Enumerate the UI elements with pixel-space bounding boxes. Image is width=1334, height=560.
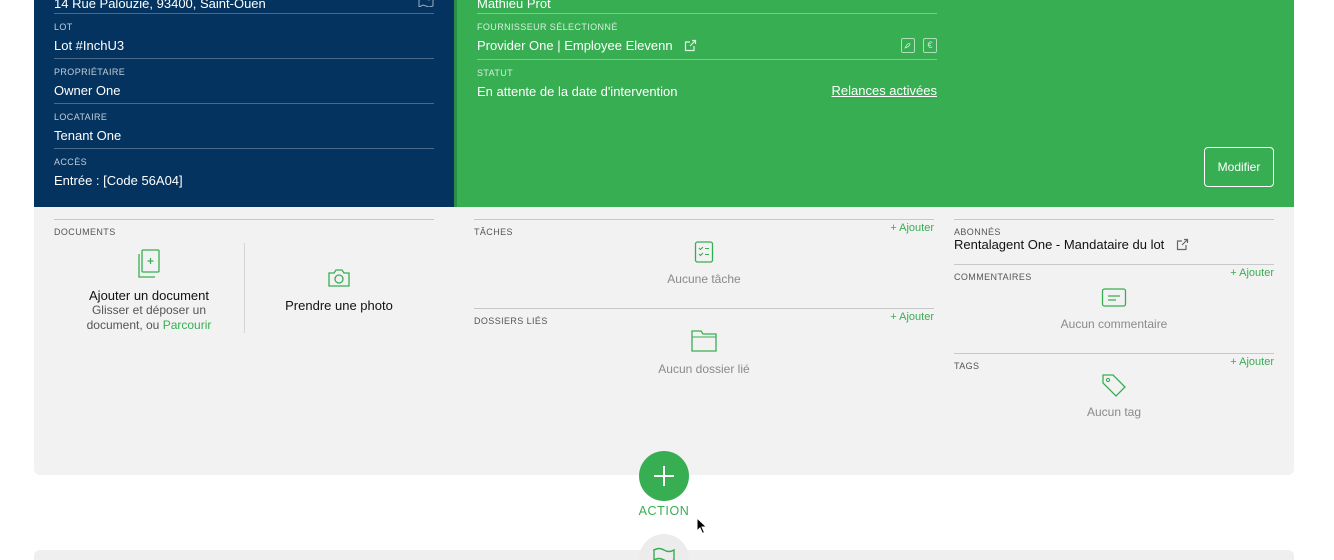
- plus-icon: [654, 466, 674, 486]
- provider-field: FOURNISSEUR SÉLECTIONNÉ Provider One | E…: [477, 13, 937, 55]
- upload-hint: Glisser et déposer un document, ou Parco…: [86, 303, 212, 332]
- status-label: STATUT: [477, 68, 514, 78]
- tasks-header: TÂCHES + Ajouter: [474, 219, 934, 237]
- provider-value[interactable]: Provider One | Employee Elevenn: [477, 38, 673, 53]
- subscribers-header: ABONNÉS: [954, 219, 1274, 237]
- lot-label: LOT: [54, 22, 73, 32]
- provider-label: FOURNISSEUR SÉLECTIONNÉ: [477, 22, 618, 32]
- add-tag-button[interactable]: + Ajouter: [1230, 356, 1274, 368]
- divider: [244, 243, 245, 333]
- tasks-empty: Aucune tâche: [624, 240, 784, 286]
- details-panel: DOCUMENTS Ajouter un document Glisser et…: [34, 207, 1294, 475]
- next-fab[interactable]: [639, 534, 689, 560]
- tasks-empty-text: Aucune tâche: [667, 272, 741, 286]
- linked-header: DOSSIERS LIÉS + Ajouter: [474, 308, 934, 326]
- divider: [477, 59, 937, 60]
- owner-label: PROPRIÉTAIRE: [54, 67, 126, 77]
- tags-header: TAGS + Ajouter: [954, 353, 1274, 371]
- external-link-icon[interactable]: [1176, 238, 1189, 254]
- status-field: STATUT En attente de la date d'intervent…: [477, 59, 938, 99]
- linked-empty-text: Aucun dossier lié: [658, 362, 750, 376]
- tasks-label: TÂCHES: [474, 227, 513, 237]
- property-panel: 14 Rue Palouzié, 93400, Saint-Ouen LOT L…: [34, 0, 454, 207]
- take-photo-button[interactable]: Prendre une photo: [264, 267, 414, 313]
- comment-icon: [1034, 287, 1194, 309]
- tags-empty: Aucun tag: [1034, 373, 1194, 419]
- address-field: 14 Rue Palouzié, 93400, Saint-Ouen: [54, 0, 434, 11]
- manager-field: Mathieu Prot: [477, 0, 937, 11]
- comments-label: COMMENTAIRES: [954, 272, 1032, 282]
- manager-value: Mathieu Prot: [477, 0, 551, 11]
- upload-title: Ajouter un document: [89, 288, 209, 303]
- document-dropzone[interactable]: Ajouter un document Glisser et déposer u…: [74, 249, 224, 333]
- lot-value: Lot #InchU3: [54, 38, 125, 53]
- browse-link[interactable]: Parcourir: [163, 318, 212, 332]
- address-value: 14 Rue Palouzié, 93400, Saint-Ouen: [54, 0, 266, 11]
- reminders-link[interactable]: Relances activées: [832, 83, 938, 98]
- add-comment-button[interactable]: + Ajouter: [1230, 267, 1274, 279]
- subscriber-name: Rentalagent One - Mandataire du lot: [954, 237, 1165, 252]
- access-field: ACCÈS Entrée : [Code 56A04]: [54, 148, 434, 188]
- divider: [54, 148, 434, 149]
- access-value: Entrée : [Code 56A04]: [54, 173, 183, 188]
- divider: [54, 103, 434, 104]
- euro-icon[interactable]: €: [923, 38, 937, 53]
- action-label: ACTION: [638, 504, 690, 518]
- owner-field: PROPRIÉTAIRE Owner One: [54, 58, 434, 98]
- lot-field: LOT Lot #InchU3: [54, 13, 434, 53]
- tenant-field: LOCATAIRE Tenant One: [54, 103, 434, 143]
- linked-label: DOSSIERS LIÉS: [474, 316, 548, 326]
- add-linked-button[interactable]: + Ajouter: [890, 311, 934, 323]
- linked-empty: Aucun dossier lié: [624, 328, 784, 376]
- subscriber-item[interactable]: Rentalagent One - Mandataire du lot: [954, 237, 1189, 254]
- add-document-icon: [136, 249, 162, 283]
- intervention-panel: Mathieu Prot FOURNISSEUR SÉLECTIONNÉ Pro…: [454, 0, 1294, 207]
- modify-button[interactable]: Modifier: [1204, 147, 1274, 187]
- divider: [54, 58, 434, 59]
- folder-icon: [624, 328, 784, 354]
- action-button[interactable]: [639, 451, 689, 501]
- external-link-icon[interactable]: [684, 39, 697, 55]
- add-task-button[interactable]: + Ajouter: [890, 222, 934, 234]
- comments-header: COMMENTAIRES + Ajouter: [954, 264, 1274, 282]
- comments-empty-text: Aucun commentaire: [1060, 317, 1168, 331]
- flag-icon: [653, 547, 675, 560]
- divider: [54, 13, 434, 14]
- owner-value: Owner One: [54, 83, 121, 98]
- tenant-value: Tenant One: [54, 128, 122, 143]
- map-icon[interactable]: [418, 0, 434, 12]
- camera-icon: [326, 269, 352, 293]
- intervention-card: 14 Rue Palouzié, 93400, Saint-Ouen LOT L…: [34, 0, 1294, 207]
- checklist-icon: [624, 240, 784, 264]
- access-label: ACCÈS: [54, 157, 88, 167]
- tags-empty-text: Aucun tag: [1086, 405, 1142, 419]
- pdf-icon[interactable]: [901, 38, 915, 53]
- mouse-cursor-icon: [696, 516, 708, 540]
- documents-label: DOCUMENTS: [54, 227, 116, 237]
- divider: [477, 13, 937, 14]
- tag-icon: [1034, 373, 1194, 397]
- provider-row: Provider One | Employee Elevenn: [477, 38, 937, 55]
- tenant-label: LOCATAIRE: [54, 112, 108, 122]
- tags-label: TAGS: [954, 361, 980, 371]
- photo-label: Prendre une photo: [285, 298, 393, 313]
- subscribers-label: ABONNÉS: [954, 227, 1001, 237]
- comments-empty: Aucun commentaire: [1034, 287, 1194, 331]
- documents-header: DOCUMENTS: [54, 219, 434, 237]
